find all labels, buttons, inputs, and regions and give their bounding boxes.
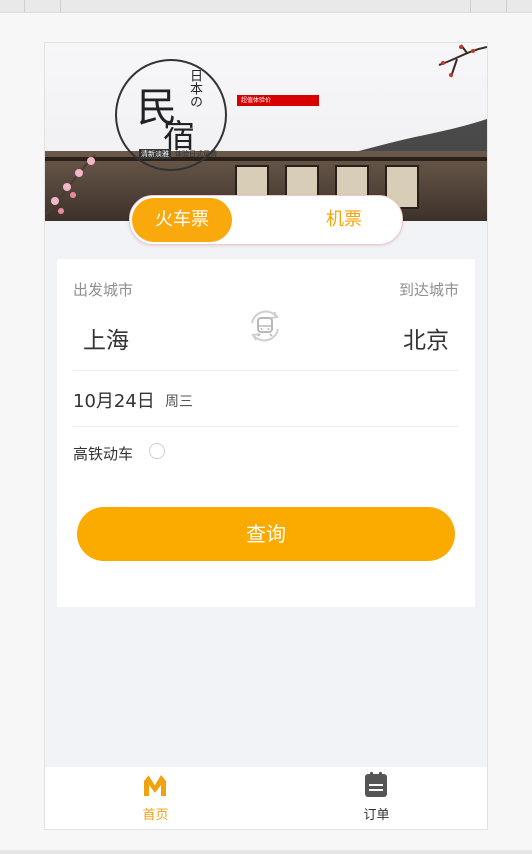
banner-sub-tag-2: 体验日式风情 bbox=[175, 150, 217, 158]
orders-icon bbox=[365, 772, 387, 797]
search-button[interactable]: 查询 bbox=[77, 507, 455, 561]
home-m-icon bbox=[144, 774, 166, 796]
divider bbox=[73, 370, 459, 371]
departure-date-field[interactable]: 10月24日 bbox=[73, 387, 155, 413]
browser-divider bbox=[24, 0, 25, 12]
app-viewport: 民 日本の 宿 超值体验价 清新淡雅 体验日式风情 火车票 机票 出发城市 到达… bbox=[44, 42, 488, 830]
nav-item-orders[interactable]: 订单 bbox=[266, 767, 487, 829]
nav-item-home[interactable]: 首页 bbox=[45, 767, 266, 829]
page-bottom-edge bbox=[0, 850, 532, 854]
departure-weekday: 周三 bbox=[165, 394, 193, 410]
plum-branch-decoration bbox=[438, 44, 487, 78]
ticket-type-switch: 火车票 机票 bbox=[129, 195, 403, 245]
banner-sub-tag: 清新淡雅 bbox=[139, 149, 171, 159]
nav-label-home: 首页 bbox=[142, 808, 169, 823]
banner-price-tag: 超值体验价 bbox=[237, 95, 319, 106]
tab-flight-ticket[interactable]: 机票 bbox=[294, 198, 394, 242]
departure-city-field[interactable]: 上海 bbox=[83, 321, 129, 355]
browser-divider bbox=[470, 0, 471, 12]
search-form-card: 出发城市 到达城市 上海 北京 10月24日 周三 高铁动车 查询 bbox=[57, 259, 475, 607]
browser-top-bar bbox=[0, 0, 532, 13]
browser-divider bbox=[506, 0, 507, 12]
divider bbox=[73, 426, 459, 427]
banner-title-side: 日本の bbox=[187, 69, 202, 108]
arrival-city-label: 到达城市 bbox=[398, 281, 459, 299]
arrival-city-field[interactable]: 北京 bbox=[403, 321, 449, 355]
swap-cities-icon[interactable] bbox=[246, 307, 284, 345]
cherry-blossom-decoration bbox=[45, 154, 96, 216]
bottom-navigation: 首页 订单 bbox=[45, 767, 487, 829]
tab-train-ticket[interactable]: 火车票 bbox=[132, 198, 232, 242]
high-speed-only-radio[interactable] bbox=[149, 443, 165, 459]
high-speed-only-label: 高铁动车 bbox=[73, 445, 134, 463]
browser-divider bbox=[60, 0, 61, 12]
departure-city-label: 出发城市 bbox=[73, 281, 134, 299]
nav-label-orders: 订单 bbox=[363, 808, 390, 823]
